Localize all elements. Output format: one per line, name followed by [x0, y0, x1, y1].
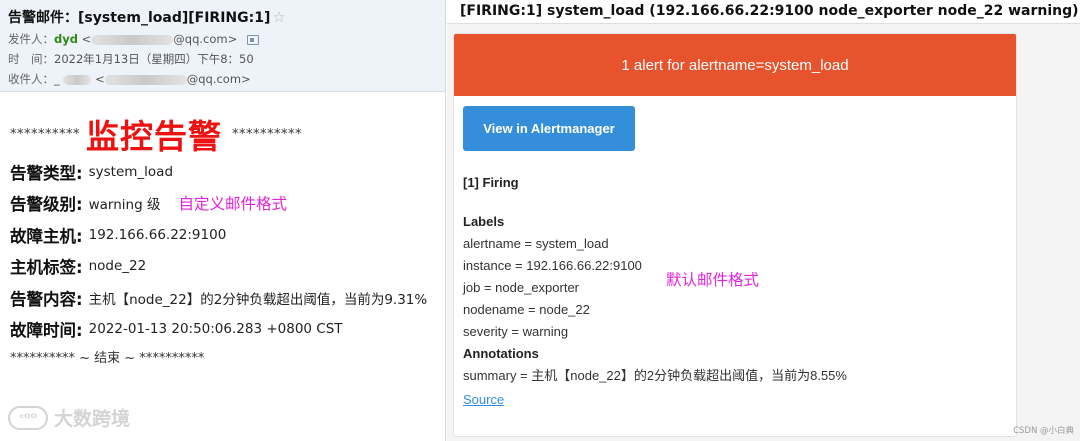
label-line: alertname = system_load: [463, 236, 609, 251]
field-key: 告警内容:: [10, 289, 83, 309]
default-format-note: 默认邮件格式: [666, 271, 760, 289]
annotation-line: summary = 主机【node_22】的2分钟负载超出阈值，当前为8.55%: [463, 368, 847, 383]
banner-title: 监控告警: [86, 117, 222, 156]
field-alert-content: 告警内容: 主机【node_22】的2分钟负载超出阈值，当前为9.31%: [10, 282, 435, 314]
custom-format-note: 自定义邮件格式: [178, 195, 287, 214]
firing-count: [1] Firing: [463, 175, 519, 190]
to-row: 收件人：_ < @qq.com>: [8, 69, 437, 89]
field-value: 主机【node_22】的2分钟负载超出阈值，当前为9.31%: [88, 291, 428, 308]
field-value: 2022-01-13 20:50:06.283 +0800 CST: [88, 321, 343, 338]
field-key: 故障时间:: [10, 321, 83, 341]
default-email-pane: [FIRING:1] system_load (192.166.66.22:91…: [447, 0, 1080, 441]
default-email-subject: [FIRING:1] system_load (192.166.66.22:91…: [447, 0, 1080, 24]
time-value: 2022年1月13日（星期四）下午8：50: [54, 52, 254, 66]
field-value: 192.166.66.22:9100: [88, 226, 227, 243]
alert-banner: ********** 监控告警 **********: [10, 112, 435, 156]
end-line: ********** ~ 结束 ~ **********: [10, 351, 205, 366]
mail-subject-text: 告警邮件：[system_load][FIRING:1]: [8, 10, 271, 26]
time-row: 时 间：2022年1月13日（星期四）下午8：50: [8, 49, 437, 69]
redacted-name: [63, 74, 92, 85]
recipient-name[interactable]: _: [54, 72, 60, 86]
field-key: 告警类型:: [10, 163, 83, 183]
field-value: system_load: [88, 163, 174, 180]
field-key: 故障主机:: [10, 226, 83, 246]
address-book-icon[interactable]: [246, 34, 259, 45]
watermark-logo-icon: ᶜᴼᴼ: [8, 405, 48, 430]
to-label: 收件人：: [8, 72, 54, 86]
from-label: 发件人：: [8, 32, 54, 46]
time-label: 时 间：: [8, 52, 54, 66]
redacted-address: [104, 74, 187, 85]
field-value: node_22: [88, 258, 147, 275]
mail-header: 告警邮件：[system_load][FIRING:1] ☆ 发件人：dyd < @…: [0, 0, 445, 92]
field-key: 主机标签:: [10, 258, 83, 278]
mail-body: ********** 监控告警 ********** 告警类型: system_…: [0, 112, 445, 366]
field-fault-time: 故障时间: 2022-01-13 20:50:06.283 +0800 CST: [10, 314, 435, 346]
view-in-alertmanager-button[interactable]: View in Alertmanager: [463, 106, 635, 151]
star-icon[interactable]: ☆: [272, 8, 285, 26]
banner-stars-right: **********: [232, 126, 302, 142]
to-addr-prefix: <: [95, 72, 105, 86]
labels-title: Labels: [463, 214, 505, 229]
field-alert-level: 告警级别: warning 级 自定义邮件格式: [10, 188, 435, 220]
field-alert-type: 告警类型: system_load: [10, 156, 435, 188]
field-host-tag: 主机标签: node_22: [10, 251, 435, 283]
banner-stars-left: **********: [10, 126, 80, 142]
source-link[interactable]: Source: [463, 389, 504, 411]
redacted-address: [91, 34, 174, 45]
alert-card-header: 1 alert for alertname=system_load: [454, 34, 1016, 96]
sender-name[interactable]: dyd: [54, 32, 78, 46]
field-fault-host: 故障主机: 192.166.66.22:9100: [10, 219, 435, 251]
mail-subject: 告警邮件：[system_load][FIRING:1] ☆: [8, 6, 437, 29]
watermark-text: 大数跨境: [54, 408, 131, 430]
label-line: nodename = node_22: [463, 302, 590, 317]
from-addr-suffix: @qq.com>: [173, 32, 238, 46]
from-addr-prefix: <: [81, 32, 92, 46]
field-value: warning 级: [88, 197, 161, 214]
custom-email-pane: 告警邮件：[system_load][FIRING:1] ☆ 发件人：dyd < @…: [0, 0, 446, 441]
label-line: severity = warning: [463, 324, 569, 339]
csdn-credit: CSDN @小白典: [1013, 426, 1074, 436]
watermark: ᶜᴼᴼ 大数跨境: [8, 404, 130, 431]
from-row: 发件人：dyd < @qq.com>: [8, 29, 437, 49]
field-key: 告警级别:: [10, 195, 83, 215]
annotations-title: Annotations: [463, 346, 539, 361]
alert-card-body: View in Alertmanager [1] Firing Labels a…: [454, 96, 1016, 421]
to-addr-suffix: @qq.com>: [186, 72, 251, 86]
alert-card: 1 alert for alertname=system_load View i…: [453, 33, 1017, 437]
